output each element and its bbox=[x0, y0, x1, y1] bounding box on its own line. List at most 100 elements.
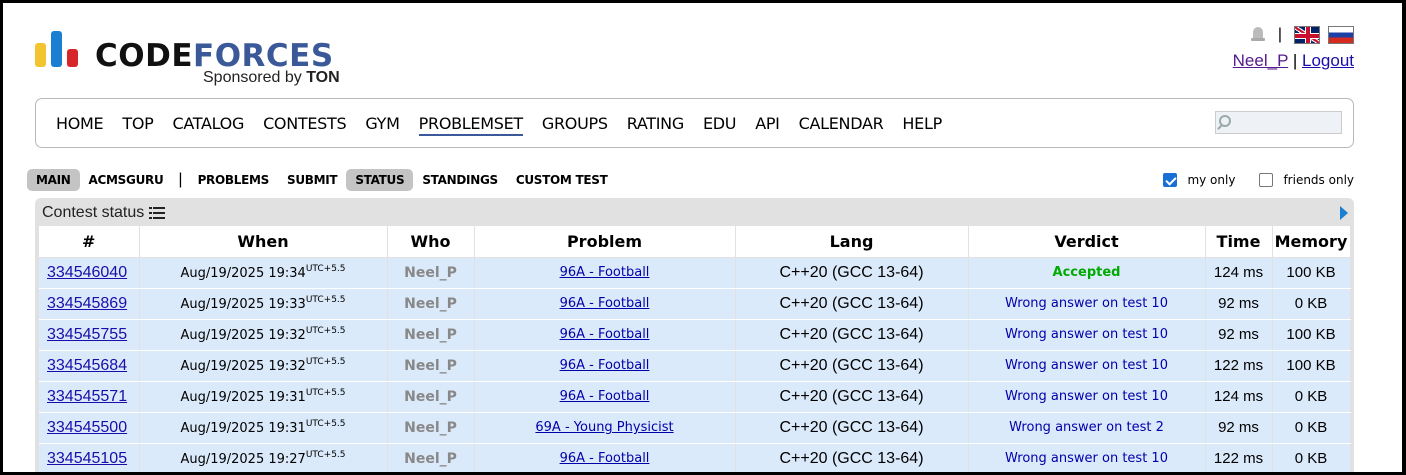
lang-cell: C++20 (GCC 13-64) bbox=[735, 319, 969, 351]
lang-cell: C++20 (GCC 13-64) bbox=[735, 257, 969, 289]
english-flag-icon[interactable] bbox=[1294, 26, 1320, 44]
submenu-item-custom-test[interactable]: CUSTOM TEST bbox=[507, 169, 617, 191]
problem-link[interactable]: 96A - Football bbox=[560, 265, 650, 280]
submission-id-link[interactable]: 334545684 bbox=[47, 357, 127, 374]
timezone-label: UTC+5.5 bbox=[305, 388, 346, 398]
problem-link[interactable]: 96A - Football bbox=[560, 358, 650, 373]
who-cell[interactable]: Neel_P bbox=[387, 412, 475, 444]
problem-cell: 96A - Football bbox=[474, 257, 736, 289]
when-text: Aug/19/2025 19:32 bbox=[180, 359, 306, 374]
header-right: | Neel_P | Logout bbox=[1233, 23, 1354, 71]
submission-id-link[interactable]: 334545571 bbox=[47, 388, 127, 405]
who-cell[interactable]: Neel_P bbox=[387, 350, 475, 382]
submenu-item-submit[interactable]: SUBMIT bbox=[278, 169, 346, 191]
when-text: Aug/19/2025 19:27 bbox=[180, 452, 306, 467]
memory-cell: 100 KB bbox=[1272, 319, 1351, 351]
logo-bar-blue bbox=[51, 31, 62, 67]
user-separator: | bbox=[1292, 51, 1298, 70]
who-cell[interactable]: Neel_P bbox=[387, 319, 475, 351]
time-cell: 124 ms bbox=[1205, 381, 1273, 413]
column-header: Time bbox=[1205, 226, 1273, 258]
submission-id-link[interactable]: 334546040 bbox=[47, 264, 127, 281]
who-cell[interactable]: Neel_P bbox=[387, 288, 475, 320]
submenu-item-standings[interactable]: STANDINGS bbox=[413, 169, 507, 191]
submission-id-link[interactable]: 334545105 bbox=[47, 450, 127, 467]
submission-id-cell: 334546040 bbox=[39, 257, 140, 289]
profile-link[interactable]: Neel_P bbox=[1233, 51, 1288, 70]
verdict-cell: Accepted bbox=[968, 257, 1206, 289]
table-row: 334545105 Aug/19/2025 19:27UTC+5.5 Neel_P 9… bbox=[39, 443, 1351, 472]
time-cell: 92 ms bbox=[1205, 288, 1273, 320]
lang-cell: C++20 (GCC 13-64) bbox=[735, 443, 969, 472]
submission-id-cell: 334545755 bbox=[39, 319, 140, 351]
header-separator: | bbox=[1277, 26, 1282, 43]
my-only-checkbox[interactable] bbox=[1163, 173, 1178, 187]
when-cell: Aug/19/2025 19:27UTC+5.5 bbox=[139, 443, 388, 472]
verdict-cell: Wrong answer on test 10 bbox=[968, 319, 1206, 351]
who-cell[interactable]: Neel_P bbox=[387, 257, 475, 289]
problem-cell: 96A - Football bbox=[474, 350, 736, 382]
timezone-label: UTC+5.5 bbox=[305, 264, 346, 274]
menu-item-api[interactable]: API bbox=[755, 114, 780, 136]
who-cell[interactable]: Neel_P bbox=[387, 443, 475, 472]
menu-item-problemset[interactable]: PROBLEMSET bbox=[418, 114, 523, 136]
notification-bell-icon[interactable] bbox=[1250, 26, 1266, 44]
logo-bar-red bbox=[67, 49, 78, 67]
when-cell: Aug/19/2025 19:33UTC+5.5 bbox=[139, 288, 388, 320]
timezone-label: UTC+5.5 bbox=[305, 450, 346, 460]
list-icon[interactable] bbox=[149, 206, 166, 220]
lang-cell: C++20 (GCC 13-64) bbox=[735, 288, 969, 320]
codeforces-logo[interactable]: CODEFORCES Sponsored by TON bbox=[35, 31, 355, 93]
who-cell[interactable]: Neel_P bbox=[387, 381, 475, 413]
when-text: Aug/19/2025 19:32 bbox=[180, 328, 306, 343]
submenu-item-main[interactable]: MAIN bbox=[27, 169, 80, 191]
sponsor-line: Sponsored by TON bbox=[203, 69, 340, 86]
submission-id-link[interactable]: 334545500 bbox=[47, 419, 127, 436]
column-header: # bbox=[39, 226, 140, 258]
when-text: Aug/19/2025 19:33 bbox=[180, 297, 306, 312]
menu-item-top[interactable]: TOP bbox=[122, 114, 153, 136]
menu-item-home[interactable]: HOME bbox=[56, 114, 104, 136]
expand-arrow-icon[interactable] bbox=[1340, 206, 1348, 220]
when-cell: Aug/19/2025 19:32UTC+5.5 bbox=[139, 319, 388, 351]
russian-flag-icon[interactable] bbox=[1328, 26, 1354, 44]
second-level-menu: MAIN ACMSGURU | PROBLEMS SUBMIT STATUS STANDIN… bbox=[27, 168, 616, 192]
submission-id-link[interactable]: 334545755 bbox=[47, 326, 127, 343]
column-header: Who bbox=[387, 226, 475, 258]
menu-item-edu[interactable]: EDU bbox=[703, 114, 737, 136]
menu-item-calendar[interactable]: CALENDAR bbox=[799, 114, 884, 136]
submenu-item-acmsguru[interactable]: ACMSGURU bbox=[80, 169, 173, 191]
problem-link[interactable]: 96A - Football bbox=[560, 296, 650, 311]
problem-link[interactable]: 69A - Young Physicist bbox=[535, 420, 673, 435]
time-cell: 92 ms bbox=[1205, 412, 1273, 444]
timezone-label: UTC+5.5 bbox=[305, 326, 346, 336]
problem-link[interactable]: 96A - Football bbox=[560, 451, 650, 466]
menu-item-contests[interactable]: CONTESTS bbox=[263, 114, 347, 136]
table-row: 334545684 Aug/19/2025 19:32UTC+5.5 Neel_P 9… bbox=[39, 350, 1351, 382]
timezone-label: UTC+5.5 bbox=[305, 357, 346, 367]
menu-item-catalog[interactable]: CATALOG bbox=[172, 114, 244, 136]
problem-cell: 69A - Young Physicist bbox=[474, 412, 736, 444]
menu-item-gym[interactable]: GYM bbox=[365, 114, 400, 136]
column-header: Verdict bbox=[968, 226, 1206, 258]
problem-link[interactable]: 96A - Football bbox=[560, 327, 650, 342]
submission-id-cell: 334545684 bbox=[39, 350, 140, 382]
search-icon bbox=[1219, 115, 1231, 127]
table-header-row: # When Who Problem Lang Verdict Time Memory bbox=[39, 226, 1351, 258]
friends-only-checkbox[interactable] bbox=[1259, 173, 1274, 187]
menu-item-help[interactable]: HELP bbox=[902, 114, 942, 136]
submission-id-cell: 334545105 bbox=[39, 443, 140, 472]
problem-link[interactable]: 96A - Football bbox=[560, 389, 650, 404]
friends-only-label: friends only bbox=[1283, 173, 1354, 187]
submenu-item-problems[interactable]: PROBLEMS bbox=[189, 169, 278, 191]
time-cell: 92 ms bbox=[1205, 319, 1273, 351]
submission-id-link[interactable]: 334545869 bbox=[47, 295, 127, 312]
logout-link[interactable]: Logout bbox=[1302, 51, 1354, 70]
search-input[interactable] bbox=[1215, 111, 1342, 134]
contest-status-panel: Contest status # When Who Problem Lang Verdic… bbox=[35, 198, 1354, 472]
submenu-item-status[interactable]: STATUS bbox=[346, 169, 414, 191]
menu-item-rating[interactable]: RATING bbox=[627, 114, 685, 136]
menu-item-groups[interactable]: GROUPS bbox=[542, 114, 608, 136]
verdict-cell: Wrong answer on test 10 bbox=[968, 443, 1206, 472]
problem-cell: 96A - Football bbox=[474, 288, 736, 320]
